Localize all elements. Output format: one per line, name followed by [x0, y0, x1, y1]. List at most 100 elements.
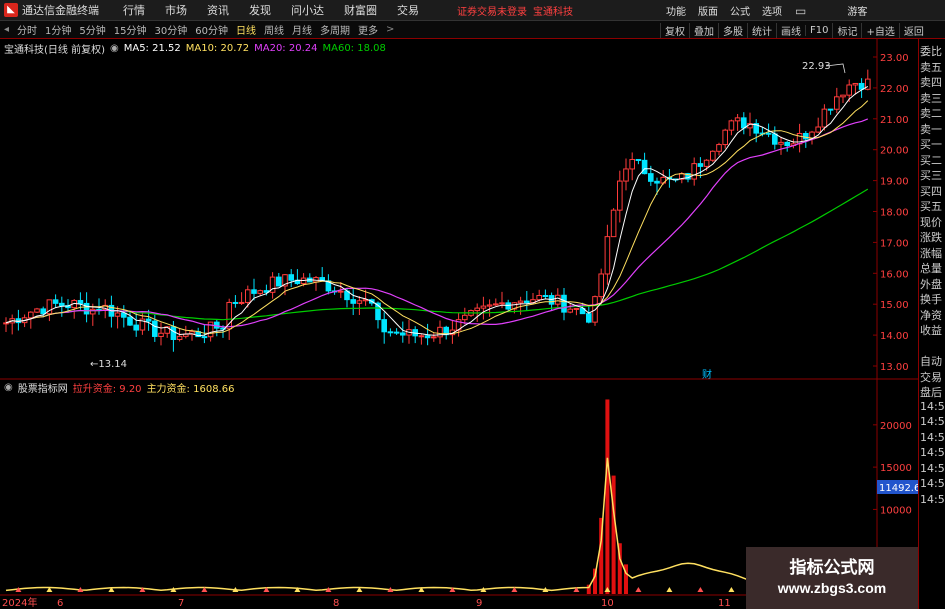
- side-label[interactable]: 买四: [920, 183, 945, 199]
- tool-mark[interactable]: 标记: [832, 22, 861, 38]
- menu-trade[interactable]: 交易: [387, 2, 429, 18]
- candle-body: [815, 126, 822, 133]
- candle-body: [722, 129, 729, 146]
- menu-formula[interactable]: 公式: [724, 3, 756, 18]
- menu-quotes[interactable]: 行情: [113, 2, 155, 18]
- price-tick-label: 17.00: [880, 238, 909, 249]
- window-icon[interactable]: ▭: [788, 4, 813, 18]
- side-label[interactable]: 买二: [920, 152, 945, 168]
- period-multi[interactable]: 多周期: [316, 22, 354, 37]
- candle-body: [586, 313, 592, 323]
- menu-layout[interactable]: 版面: [692, 3, 724, 18]
- menu-function[interactable]: 功能: [660, 3, 692, 18]
- candle-body: [852, 82, 859, 86]
- price-tick-label: 19.00: [880, 177, 909, 188]
- side-label[interactable]: 买五: [920, 198, 945, 214]
- period-intraday[interactable]: 分时: [13, 22, 41, 37]
- candle-body: [145, 318, 152, 322]
- period-weekly[interactable]: 周线: [260, 22, 288, 37]
- guest-button[interactable]: 游客: [841, 3, 873, 18]
- side-label[interactable]: 14:5: [920, 431, 945, 444]
- side-label[interactable]: 涨跌: [920, 229, 945, 245]
- side-label[interactable]: 外盘: [920, 276, 945, 292]
- candle-body: [232, 301, 239, 304]
- tool-f10[interactable]: F10: [805, 24, 832, 36]
- ma5-line: [5, 85, 869, 337]
- side-label[interactable]: 委比: [920, 43, 945, 59]
- stock-name-link[interactable]: 宝通科技: [533, 3, 573, 18]
- menu-market[interactable]: 市场: [155, 2, 197, 18]
- trade-login-alert[interactable]: 证券交易未登录: [457, 3, 527, 18]
- candle-body: [710, 150, 716, 161]
- candle-body: [598, 273, 605, 298]
- candle-body: [462, 314, 468, 321]
- period-30min[interactable]: 30分钟: [151, 22, 192, 37]
- menu-discover[interactable]: 发现: [239, 2, 281, 18]
- more-arrow-icon[interactable]: >: [382, 24, 398, 35]
- side-label[interactable]: 卖二: [920, 105, 945, 121]
- candle-body: [821, 108, 828, 128]
- side-label[interactable]: 14:5: [920, 415, 945, 428]
- side-label[interactable]: 14:5: [920, 493, 945, 506]
- side-label[interactable]: 收益: [920, 322, 945, 338]
- tool-add-watchlist[interactable]: +自选: [861, 22, 898, 38]
- tool-stats[interactable]: 统计: [747, 22, 776, 38]
- menu-news[interactable]: 资讯: [197, 2, 239, 18]
- period-15min[interactable]: 15分钟: [110, 22, 151, 37]
- side-label[interactable]: 现价: [920, 214, 945, 230]
- ma60-line: [5, 188, 869, 324]
- period-more[interactable]: 更多: [354, 22, 382, 37]
- side-label[interactable]: 卖四: [920, 74, 945, 90]
- side-label[interactable]: 14:5: [920, 477, 945, 490]
- time-axis: 2024年 6 7 8 9 10 11: [2, 596, 731, 609]
- candle-body: [34, 308, 40, 313]
- side-label[interactable]: 总量: [920, 260, 945, 276]
- side-label[interactable]: 买三: [920, 167, 945, 183]
- period-daily[interactable]: 日线: [232, 22, 260, 37]
- menu-right-group: 功能 版面 公式 选项 ▭ 游客: [660, 0, 873, 21]
- side-label[interactable]: 盘后: [920, 384, 945, 400]
- candle-body: [170, 326, 177, 340]
- side-label[interactable]: 14:50: [920, 400, 945, 413]
- side-label[interactable]: 换手: [920, 291, 945, 307]
- candle-body: [772, 133, 778, 145]
- side-label[interactable]: 卖五: [920, 59, 945, 75]
- side-label[interactable]: 净资: [920, 307, 945, 323]
- candle-body: [517, 300, 524, 304]
- candle-body: [437, 326, 443, 338]
- ad-url: www.zbgs3.com: [777, 580, 887, 596]
- side-label[interactable]: 14:5: [920, 462, 945, 475]
- candle-body: [654, 180, 660, 184]
- tool-restore[interactable]: 复权: [660, 22, 689, 38]
- candle-body: [356, 300, 363, 304]
- side-label[interactable]: 卖一: [920, 121, 945, 137]
- time-tick-label: 6: [57, 598, 63, 609]
- side-label[interactable]: 卖三: [920, 90, 945, 106]
- period-5min[interactable]: 5分钟: [75, 22, 109, 37]
- tool-multistock[interactable]: 多股: [718, 22, 747, 38]
- time-tick-label: 11: [718, 598, 731, 609]
- side-label[interactable]: 买一: [920, 136, 945, 152]
- side-label[interactable]: 14:5: [920, 446, 945, 459]
- period-monthly[interactable]: 月线: [288, 22, 316, 37]
- period-1min[interactable]: 1分钟: [41, 22, 75, 37]
- collapse-icon[interactable]: ◂: [0, 24, 13, 35]
- candle-body: [604, 236, 611, 275]
- side-label[interactable]: 涨幅: [920, 245, 945, 261]
- tool-draw[interactable]: 画线: [776, 22, 805, 38]
- candle-body: [381, 319, 387, 333]
- tool-back[interactable]: 返回: [898, 22, 928, 38]
- menu-wealth-circle[interactable]: 财富圈: [334, 2, 387, 18]
- candle-body: [90, 308, 96, 315]
- tool-overlay[interactable]: 叠加: [689, 22, 718, 38]
- side-label[interactable]: 自动: [920, 353, 945, 369]
- menu-options[interactable]: 选项: [756, 3, 788, 18]
- period-60min[interactable]: 60分钟: [191, 22, 232, 37]
- candle-body: [697, 163, 704, 167]
- signal-triangle: [728, 587, 735, 592]
- candle-body: [424, 335, 431, 339]
- candle-body: [133, 324, 139, 331]
- side-label[interactable]: 交易: [920, 369, 945, 385]
- price-chart[interactable]: 23.00 22.00 21.00 20.00 19.00 18.00 17.00 16.00…: [0, 39, 918, 609]
- menu-ask-xiaoda[interactable]: 问小达: [281, 2, 334, 18]
